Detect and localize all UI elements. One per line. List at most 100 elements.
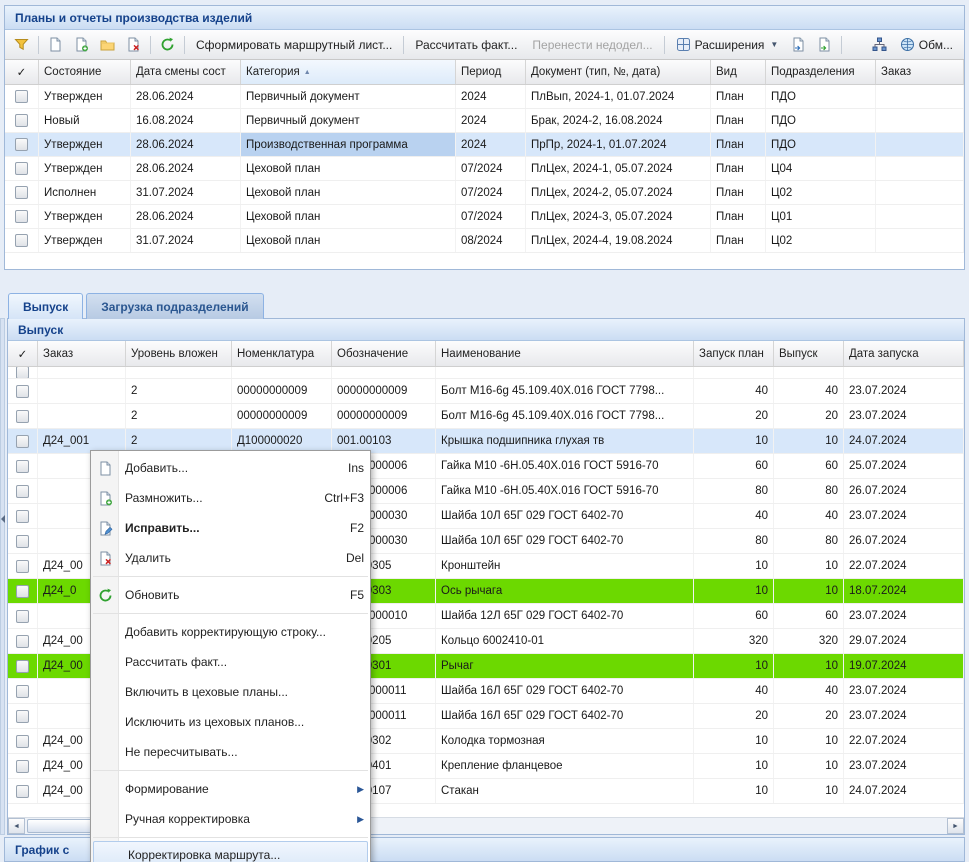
column-header-period[interactable]: Период <box>456 60 526 84</box>
table-row[interactable]: Утвержден28.06.2024Цеховой план07/2024Пл… <box>5 157 964 181</box>
row-checkbox[interactable] <box>16 610 29 623</box>
row-checkbox[interactable] <box>16 710 29 723</box>
scroll-left-button[interactable]: ◄ <box>8 818 25 834</box>
row-checkbox[interactable] <box>15 186 28 199</box>
open-document-button[interactable] <box>95 33 120 57</box>
row-checkbox[interactable] <box>16 560 29 573</box>
column-header-dept[interactable]: Подразделения <box>766 60 876 84</box>
row-checkbox[interactable] <box>16 435 29 448</box>
column-header-check[interactable]: ✓ <box>8 341 38 366</box>
cell-desig: 00000000009 <box>332 379 436 403</box>
column-header-date[interactable]: Дата запуска <box>844 341 964 366</box>
row-checkbox[interactable] <box>15 210 28 223</box>
context-menu-item[interactable]: Добавить...Ins <box>91 453 370 483</box>
cell-name: Болт М16-6g 45.109.40Х.016 ГОСТ 7798... <box>436 404 694 428</box>
column-header-date[interactable]: Дата смены сост <box>131 60 241 84</box>
row-checkbox[interactable] <box>16 535 29 548</box>
row-checkbox[interactable] <box>16 635 29 648</box>
column-header-kind[interactable]: Вид <box>711 60 766 84</box>
table-row[interactable] <box>8 367 964 379</box>
column-header-name[interactable]: Наименование <box>436 341 694 366</box>
copy-document-button[interactable] <box>69 33 94 57</box>
column-header-nomen[interactable]: Номенклатура <box>232 341 332 366</box>
delete-document-button[interactable] <box>121 33 146 57</box>
tab-zagruzka-podrazdelenij[interactable]: Загрузка подразделений <box>86 293 263 319</box>
row-checkbox[interactable] <box>16 585 29 598</box>
context-menu-item[interactable]: Формирование▶ <box>91 774 370 804</box>
cell-name: Стакан <box>436 779 694 803</box>
refresh-button[interactable] <box>155 33 180 57</box>
row-checkbox[interactable] <box>15 114 28 127</box>
table-row[interactable]: 20000000000900000000009Болт М16-6g 45.10… <box>8 404 964 429</box>
row-checkbox[interactable] <box>16 367 29 378</box>
context-menu-item[interactable]: ОбновитьF5 <box>91 580 370 610</box>
context-menu-item[interactable]: Добавить корректирующую строку... <box>91 617 370 647</box>
menu-item-label: Формирование <box>125 782 349 796</box>
cell-state: Исполнен <box>39 181 131 204</box>
column-header-level[interactable]: Уровень вложен <box>126 341 232 366</box>
row-checkbox[interactable] <box>16 735 29 748</box>
context-menu-item[interactable]: Исправить...F2 <box>91 513 370 543</box>
row-checkbox[interactable] <box>15 234 28 247</box>
column-header-doc[interactable]: Документ (тип, №, дата) <box>526 60 711 84</box>
cell-category: Первичный документ <box>241 109 456 132</box>
row-checkbox[interactable] <box>16 660 29 673</box>
context-menu-item[interactable]: Включить в цеховые планы... <box>91 677 370 707</box>
table-row[interactable]: Исполнен31.07.2024Цеховой план07/2024ПлЦ… <box>5 181 964 205</box>
cell-desig <box>332 367 436 378</box>
export-button[interactable] <box>812 33 837 57</box>
cell-plan: 40 <box>694 679 774 703</box>
row-checkbox[interactable] <box>16 785 29 798</box>
column-header-plan[interactable]: Запуск план <box>694 341 774 366</box>
table-row[interactable]: 20000000000900000000009Болт М16-6g 45.10… <box>8 379 964 404</box>
move-backlog-button: Перенести недодел... <box>525 33 659 57</box>
row-checkbox[interactable] <box>16 685 29 698</box>
scroll-right-button[interactable]: ► <box>947 818 964 834</box>
row-checkbox[interactable] <box>16 460 29 473</box>
column-header-order[interactable]: Заказ <box>38 341 126 366</box>
context-menu-item[interactable]: Рассчитать факт... <box>91 647 370 677</box>
row-checkbox[interactable] <box>15 90 28 103</box>
row-checkbox[interactable] <box>16 410 29 423</box>
cell-period: 2024 <box>456 109 526 132</box>
add-document-button[interactable] <box>43 33 68 57</box>
panel-collapse-handle[interactable] <box>0 318 5 835</box>
table-row[interactable]: Утвержден28.06.2024Первичный документ202… <box>5 85 964 109</box>
form-route-sheet-button[interactable]: Сформировать маршрутный лист... <box>189 33 399 57</box>
row-checkbox[interactable] <box>16 760 29 773</box>
calc-fact-button[interactable]: Рассчитать факт... <box>408 33 524 57</box>
row-checkbox[interactable] <box>16 385 29 398</box>
row-checkbox[interactable] <box>16 485 29 498</box>
extensions-button[interactable]: Расширения ▼ <box>669 33 786 57</box>
cell-order <box>876 205 964 228</box>
cell-category: Цеховой план <box>241 205 456 228</box>
context-menu-item[interactable]: Не пересчитывать... <box>91 737 370 767</box>
column-header-state[interactable]: Состояние <box>39 60 131 84</box>
exchange-button[interactable]: Обм... <box>893 33 960 57</box>
table-row[interactable]: Утвержден28.06.2024Производственная прог… <box>5 133 964 157</box>
table-row[interactable]: Новый16.08.2024Первичный документ2024Бра… <box>5 109 964 133</box>
row-checkbox[interactable] <box>15 162 28 175</box>
context-menu-item[interactable]: Размножить...Ctrl+F3 <box>91 483 370 513</box>
tab-vypusk[interactable]: Выпуск <box>8 293 83 319</box>
table-row[interactable]: Утвержден31.07.2024Цеховой план08/2024Пл… <box>5 229 964 253</box>
column-header-desig[interactable]: Обозначение <box>332 341 436 366</box>
column-header-check[interactable]: ✓ <box>5 60 39 84</box>
row-checkbox[interactable] <box>15 138 28 151</box>
cell-period: 08/2024 <box>456 229 526 252</box>
cell-out: 40 <box>774 679 844 703</box>
toolbar-separator <box>841 36 842 54</box>
column-header-out[interactable]: Выпуск <box>774 341 844 366</box>
row-checkbox[interactable] <box>16 510 29 523</box>
context-menu-item[interactable]: Исключить из цеховых планов... <box>91 707 370 737</box>
menu-item-label: Не пересчитывать... <box>125 745 364 759</box>
context-menu-item[interactable]: УдалитьDel <box>91 543 370 573</box>
filter-button[interactable] <box>9 33 34 57</box>
context-menu-item[interactable]: Ручная корректировка▶ <box>91 804 370 834</box>
column-header-category[interactable]: Категория▲ <box>241 60 456 84</box>
import-button[interactable] <box>786 33 811 57</box>
table-row[interactable]: Утвержден28.06.2024Цеховой план07/2024Пл… <box>5 205 964 229</box>
hierarchy-button[interactable] <box>867 33 892 57</box>
column-header-order[interactable]: Заказ <box>876 60 964 84</box>
context-menu-item[interactable]: Корректировка маршрута... <box>93 841 368 862</box>
